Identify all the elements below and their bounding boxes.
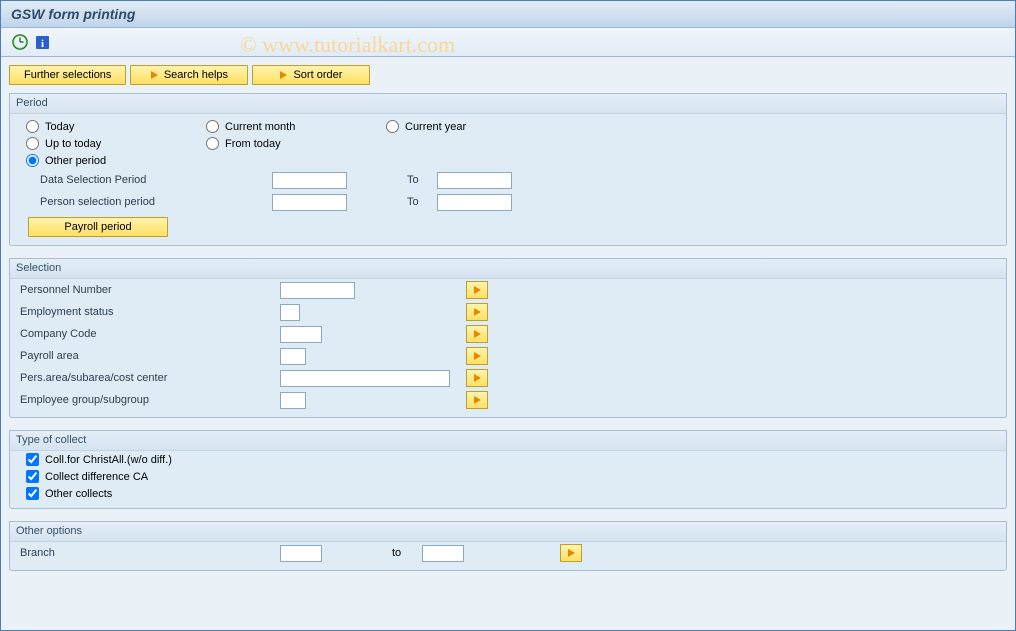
info-icon[interactable]: i — [33, 33, 51, 51]
org-unit-input[interactable] — [280, 370, 450, 387]
payroll-period-label: Payroll period — [64, 221, 131, 233]
payroll-area-input[interactable] — [280, 348, 306, 365]
person-sel-to-label: To — [407, 196, 437, 208]
personnel-number-input[interactable] — [280, 282, 355, 299]
employee-group-input[interactable] — [280, 392, 306, 409]
branch-from-input[interactable] — [280, 545, 322, 562]
arrow-right-icon — [568, 549, 575, 557]
page-title: GSW form printing — [1, 1, 1015, 28]
radio-current-year-input[interactable] — [386, 120, 399, 133]
data-sel-to-label: To — [407, 174, 437, 186]
branch-label: Branch — [20, 547, 280, 559]
employment-status-input[interactable] — [280, 304, 300, 321]
collect-other-checkbox[interactable] — [26, 487, 39, 500]
person-selection-period-label: Person selection period — [40, 196, 272, 208]
company-code-label: Company Code — [20, 328, 280, 340]
further-selections-label: Further selections — [24, 69, 111, 81]
employee-group-label: Employee group/subgroup — [20, 394, 280, 406]
search-helps-button[interactable]: Search helps — [130, 65, 248, 85]
app-toolbar: i — [1, 28, 1015, 57]
arrow-right-icon — [474, 286, 481, 294]
branch-to-input[interactable] — [422, 545, 464, 562]
other-options-group: Other options Branch to — [9, 521, 1007, 571]
arrow-right-icon — [474, 308, 481, 316]
radio-current-month-label: Current month — [225, 121, 295, 133]
radio-current-year[interactable]: Current year — [386, 120, 506, 133]
content-area: Further selections Search helps Sort ord… — [1, 57, 1015, 630]
collect-other-label: Other collects — [45, 488, 112, 500]
selection-group: Selection Personnel Number Employment st… — [9, 258, 1007, 418]
data-selection-period-label: Data Selection Period — [40, 174, 272, 186]
radio-today[interactable]: Today — [26, 120, 146, 133]
data-selection-period-to-input[interactable] — [437, 172, 512, 189]
collect-difference-label: Collect difference CA — [45, 471, 148, 483]
arrow-right-icon — [474, 396, 481, 404]
selection-buttons-row: Further selections Search helps Sort ord… — [9, 65, 1007, 85]
collect-other[interactable]: Other collects — [10, 485, 1006, 502]
radio-current-month-input[interactable] — [206, 120, 219, 133]
radio-other-period-label: Other period — [45, 155, 106, 167]
company-code-input[interactable] — [280, 326, 322, 343]
employee-group-multi-button[interactable] — [466, 391, 488, 409]
radio-current-month[interactable]: Current month — [206, 120, 326, 133]
other-options-legend: Other options — [10, 522, 1006, 542]
search-helps-label: Search helps — [164, 69, 228, 81]
payroll-area-label: Payroll area — [20, 350, 280, 362]
collect-difference-checkbox[interactable] — [26, 470, 39, 483]
radio-from-today[interactable]: From today — [206, 137, 326, 150]
personnel-number-multi-button[interactable] — [466, 281, 488, 299]
org-unit-label: Pers.area/subarea/cost center — [20, 372, 280, 384]
period-group: Period Today Current month Current year — [9, 93, 1007, 246]
payroll-period-button[interactable]: Payroll period — [28, 217, 168, 237]
execute-icon[interactable] — [11, 33, 29, 51]
svg-text:i: i — [40, 38, 43, 50]
arrow-right-icon — [151, 71, 158, 79]
radio-up-to-today-input[interactable] — [26, 137, 39, 150]
employment-status-label: Employment status — [20, 306, 280, 318]
personnel-number-label: Personnel Number — [20, 284, 280, 296]
arrow-right-icon — [474, 374, 481, 382]
period-legend: Period — [10, 94, 1006, 114]
radio-from-today-label: From today — [225, 138, 281, 150]
collect-group: Type of collect Coll.for ChristAll.(w/o … — [9, 430, 1007, 509]
employment-status-multi-button[interactable] — [466, 303, 488, 321]
branch-multi-button[interactable] — [560, 544, 582, 562]
person-selection-period-from-input[interactable] — [272, 194, 347, 211]
arrow-right-icon — [474, 352, 481, 360]
further-selections-button[interactable]: Further selections — [9, 65, 126, 85]
branch-to-label: to — [392, 547, 422, 559]
person-selection-period-to-input[interactable] — [437, 194, 512, 211]
radio-other-period[interactable]: Other period — [26, 154, 146, 167]
radio-other-period-input[interactable] — [26, 154, 39, 167]
radio-today-input[interactable] — [26, 120, 39, 133]
sort-order-label: Sort order — [293, 69, 342, 81]
collect-legend: Type of collect — [10, 431, 1006, 451]
data-selection-period-from-input[interactable] — [272, 172, 347, 189]
collect-christall[interactable]: Coll.for ChristAll.(w/o diff.) — [10, 451, 1006, 468]
collect-difference[interactable]: Collect difference CA — [10, 468, 1006, 485]
radio-up-to-today[interactable]: Up to today — [26, 137, 146, 150]
radio-up-to-today-label: Up to today — [45, 138, 101, 150]
selection-legend: Selection — [10, 259, 1006, 279]
radio-current-year-label: Current year — [405, 121, 466, 133]
sort-order-button[interactable]: Sort order — [252, 65, 370, 85]
radio-today-label: Today — [45, 121, 74, 133]
radio-from-today-input[interactable] — [206, 137, 219, 150]
arrow-right-icon — [280, 71, 287, 79]
org-unit-multi-button[interactable] — [466, 369, 488, 387]
collect-christall-label: Coll.for ChristAll.(w/o diff.) — [45, 454, 172, 466]
arrow-right-icon — [474, 330, 481, 338]
collect-christall-checkbox[interactable] — [26, 453, 39, 466]
company-code-multi-button[interactable] — [466, 325, 488, 343]
payroll-area-multi-button[interactable] — [466, 347, 488, 365]
